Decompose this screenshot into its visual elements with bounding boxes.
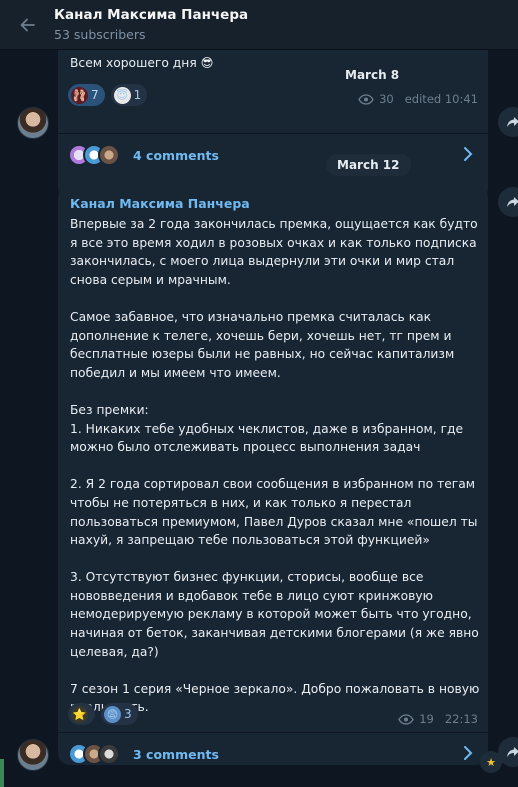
post-text: Всем хорошего дня 😎 <box>70 56 214 70</box>
floating-date: March 8 <box>345 68 400 82</box>
chevron-right-icon <box>464 147 473 161</box>
views-count: 30 <box>379 92 394 106</box>
reaction-count: 1 <box>133 88 142 102</box>
channel-post: Всем хорошего дня 😎 🩰 7 😇 1 30 edited 10… <box>58 50 488 200</box>
reactions-bar: ⭐ 😨 3 <box>68 703 138 725</box>
post-meta: 30 edited 10:41 <box>358 92 478 106</box>
avatar <box>98 743 120 765</box>
reaction-count: 3 <box>124 707 132 721</box>
comments-count: 4 comments <box>133 147 219 163</box>
fearful-face-icon: 😨 <box>104 705 121 723</box>
ballet-shoes-icon: 🩰 <box>71 86 88 104</box>
commenter-avatars <box>68 144 120 166</box>
reaction-chip[interactable]: 😇 1 <box>110 84 148 106</box>
angel-face-icon: 😇 <box>113 86 131 104</box>
channel-title[interactable]: Канал Максима Панчера <box>54 7 248 23</box>
star-icon: ⭐ <box>71 705 88 723</box>
reaction-chip[interactable]: 🩰 7 <box>68 84 105 106</box>
chat-header: Канал Максима Панчера 53 subscribers <box>0 0 518 50</box>
share-icon[interactable] <box>498 187 518 217</box>
post-text: Впервые за 2 года закончилась премка, ощ… <box>70 217 480 714</box>
message-feed[interactable]: Всем хорошего дня 😎 🩰 7 😇 1 30 edited 10… <box>0 50 518 787</box>
reaction-chip[interactable]: ⭐ <box>68 703 95 725</box>
subscriber-count: 53 subscribers <box>54 27 146 42</box>
chevron-right-icon <box>464 746 473 760</box>
views-count: 19 <box>419 712 434 726</box>
reaction-count: 7 <box>91 88 99 102</box>
reactions-bar: 🩰 7 😇 1 <box>68 84 148 106</box>
date-separator: March 12 <box>326 154 411 176</box>
post-time: 22:13 <box>444 712 478 726</box>
comments-count: 3 comments <box>133 746 219 762</box>
channel-avatar[interactable] <box>17 107 49 139</box>
comments-button[interactable]: 4 comments <box>58 134 488 176</box>
post-meta: 19 22:13 <box>398 712 478 726</box>
back-arrow-icon[interactable] <box>16 13 40 37</box>
reaction-chip[interactable]: 😨 3 <box>101 703 138 725</box>
post-author[interactable]: Канал Максима Панчера <box>70 196 250 211</box>
edited-time: edited 10:41 <box>404 92 478 106</box>
share-icon[interactable] <box>498 107 518 137</box>
views-eye-icon <box>398 713 414 725</box>
window-edge-indicator <box>0 759 4 787</box>
comments-button[interactable]: 3 comments <box>58 733 488 775</box>
avatar <box>98 144 120 166</box>
channel-avatar[interactable] <box>17 739 49 771</box>
commenter-avatars <box>68 743 120 765</box>
views-eye-icon <box>358 93 374 105</box>
channel-post: Канал Максима Панчера Впервые за 2 года … <box>58 185 488 765</box>
star-icon[interactable]: ★ <box>480 751 502 773</box>
